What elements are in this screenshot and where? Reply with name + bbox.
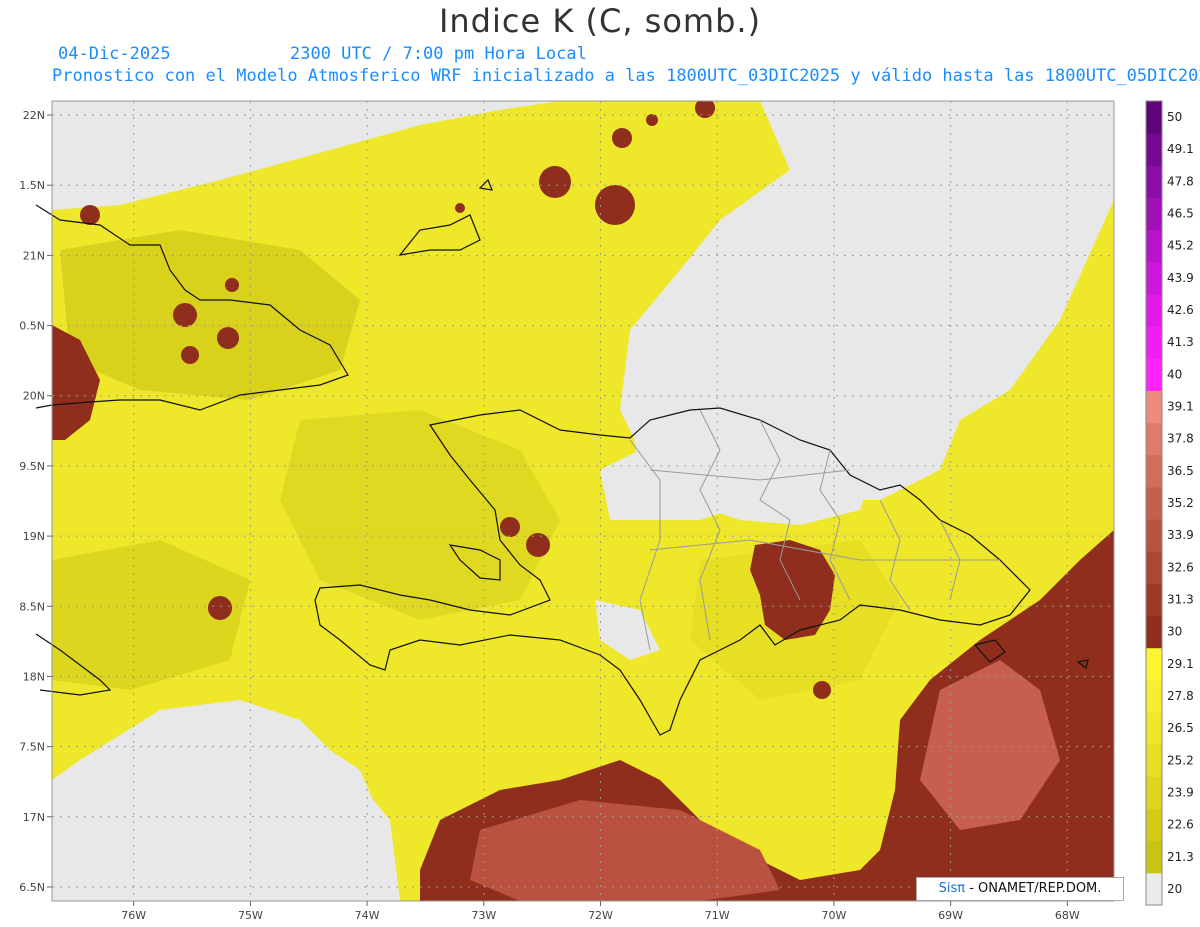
k-index-blob (539, 166, 571, 198)
colorbar-label: 27.8 (1167, 689, 1194, 703)
x-tick-label: 68W (1055, 909, 1080, 922)
colorbar-label: 50 (1167, 110, 1182, 124)
k-index-blob (526, 533, 550, 557)
colorbar-swatch (1146, 808, 1162, 842)
k-index-map: 76W 75W 74W 73W 72W 71W 70W 69W 68W 22N 1.5N 21N 0.… (19, 100, 1194, 922)
colorbar-label: 37.8 (1167, 432, 1194, 446)
colorbar-label: 45.2 (1167, 239, 1194, 253)
x-tick-label: 69W (938, 909, 963, 922)
k-index-blob (225, 278, 239, 292)
k-index-blob (181, 346, 199, 364)
y-tick-label: 8.5N (19, 600, 45, 613)
colorbar-swatch (1146, 261, 1162, 295)
colorbar-label: 46.5 (1167, 207, 1194, 221)
colorbar-label: 47.8 (1167, 174, 1194, 188)
y-tick-label: 18N (23, 670, 45, 683)
colorbar-swatch (1146, 133, 1162, 166)
colorbar-label: 23.9 (1167, 785, 1194, 799)
y-tick-label: 1.5N (19, 179, 45, 192)
x-tick-label: 73W (471, 909, 496, 922)
k-index-blob (217, 327, 239, 349)
colorbar-label: 41.3 (1167, 335, 1194, 349)
colorbar-swatch (1146, 197, 1162, 231)
y-tick-label: 0.5N (19, 320, 45, 333)
credit-box: Sisπ - ONAMET/REP.DOM. (916, 877, 1124, 901)
y-tick-label: 7.5N (19, 741, 45, 754)
colorbar-swatch (1146, 454, 1162, 488)
colorbar-label: 31.3 (1167, 592, 1194, 606)
y-tick-label: 6.5N (19, 881, 45, 894)
colorbar-swatch (1146, 744, 1162, 777)
colorbar-swatch (1146, 583, 1162, 617)
k-index-blob (80, 205, 100, 225)
colorbar-label: 49.1 (1167, 142, 1194, 156)
colorbar-swatch (1146, 615, 1162, 649)
colorbar-swatch (1146, 872, 1162, 906)
colorbar-swatch (1146, 519, 1162, 552)
map-plot-area (52, 101, 1114, 901)
colorbar-label: 33.9 (1167, 528, 1194, 542)
k-index-blob (813, 681, 831, 699)
y-tick-label: 17N (23, 811, 45, 824)
k-index-blob (173, 303, 197, 327)
colorbar-label: 40 (1167, 367, 1182, 381)
colorbar-label: 39.1 (1167, 400, 1194, 414)
colorbar-label: 35.2 (1167, 496, 1194, 510)
colorbar-label: 36.5 (1167, 464, 1194, 478)
x-tick-label: 76W (121, 909, 146, 922)
colorbar-swatch (1146, 165, 1162, 198)
colorbar-swatch (1146, 229, 1162, 263)
colorbar-swatch (1146, 712, 1162, 745)
x-tick-label: 72W (588, 909, 613, 922)
k-index-blob (500, 517, 520, 537)
k-index-blob (208, 596, 232, 620)
colorbar-label: 29.1 (1167, 657, 1194, 671)
x-tick-label: 71W (705, 909, 730, 922)
x-axis-ticks: 76W 75W 74W 73W 72W 71W 70W 69W 68W (121, 901, 1080, 922)
y-axis-ticks: 22N 1.5N 21N 0.5N 20N 9.5N 19N 8.5N 18N 7.5N 17N 6.… (19, 109, 52, 894)
colorbar-swatch (1146, 293, 1162, 327)
colorbar-label: 26.5 (1167, 721, 1194, 735)
colorbar-label: 20 (1167, 882, 1182, 896)
colorbar-label: 42.6 (1167, 303, 1194, 317)
colorbar: 20 21.3 22.6 23.9 25.2 26.5 27.8 29.1 30 31.3 32.6… (1145, 100, 1194, 906)
colorbar-swatch (1146, 390, 1162, 424)
colorbar-swatch (1146, 101, 1162, 134)
x-tick-label: 75W (238, 909, 263, 922)
y-tick-label: 20N (23, 390, 45, 403)
colorbar-swatch (1146, 326, 1162, 359)
colorbar-label: 30 (1167, 625, 1182, 639)
x-tick-label: 74W (355, 909, 380, 922)
colorbar-label: 32.6 (1167, 560, 1194, 574)
colorbar-swatch (1146, 486, 1162, 520)
credit-text: - ONAMET/REP.DOM. (965, 881, 1102, 896)
y-tick-label: 21N (23, 249, 45, 262)
y-tick-label: 19N (23, 530, 45, 543)
colorbar-label: 21.3 (1167, 850, 1194, 864)
colorbar-label: 25.2 (1167, 753, 1194, 767)
colorbar-swatch (1146, 840, 1162, 874)
colorbar-swatch (1146, 647, 1162, 681)
y-tick-label: 9.5N (19, 460, 45, 473)
y-tick-label: 22N (23, 109, 45, 122)
k-index-blob (646, 114, 658, 126)
credit-brand: Sisπ (938, 881, 966, 896)
colorbar-swatch (1146, 551, 1162, 584)
k-index-blob (455, 203, 465, 213)
colorbar-label: 22.6 (1167, 818, 1194, 832)
colorbar-label: 43.9 (1167, 271, 1194, 285)
k-index-blob (612, 128, 632, 148)
colorbar-swatch (1146, 358, 1162, 391)
colorbar-swatch (1146, 679, 1162, 713)
colorbar-swatch (1146, 422, 1162, 456)
colorbar-swatch (1146, 776, 1162, 810)
x-tick-label: 70W (821, 909, 846, 922)
